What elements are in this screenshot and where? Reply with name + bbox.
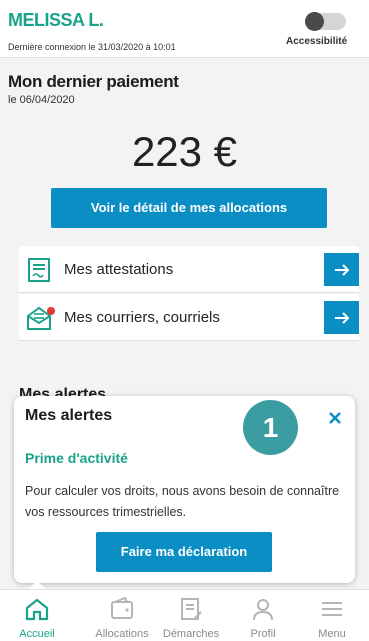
courriers-link[interactable]: Mes courriers, courriels [19, 294, 359, 341]
step-badge: 1 [243, 400, 298, 455]
tooltip-title: Mes alertes [25, 407, 113, 424]
alerts-tooltip-card: Mes alertes 1 Prime d'activité Pour calc… [14, 396, 355, 583]
close-icon[interactable] [327, 410, 343, 426]
nav-label-accueil: Accueil [19, 628, 55, 640]
attestations-label: Mes attestations [64, 261, 174, 278]
nav-demarches[interactable]: Démarches [154, 590, 228, 641]
user-icon [253, 599, 273, 621]
nav-profil[interactable]: Profil [226, 590, 300, 641]
courriers-label: Mes courriers, courriels [64, 309, 220, 326]
arrow-right-icon[interactable] [324, 301, 359, 334]
declaration-button[interactable]: Faire ma déclaration [96, 532, 272, 572]
nav-label-menu: Menu [318, 628, 346, 640]
accessibility-toggle[interactable] [305, 12, 346, 31]
user-name: MELISSA L. [8, 10, 104, 30]
document-icon [25, 256, 53, 284]
last-login-text: Dernière connexion le 31/03/2020 à 10:01 [8, 42, 176, 52]
nav-menu[interactable]: Menu [295, 590, 369, 641]
nav-label-profil: Profil [250, 628, 276, 640]
envelope-icon [25, 304, 55, 332]
payment-title: Mon dernier paiement [8, 72, 179, 91]
payment-date: le 06/04/2020 [8, 94, 75, 106]
toggle-knob [305, 12, 324, 31]
alert-subtitle: Prime d'activité [25, 450, 128, 466]
nav-label-allocations: Allocations [95, 628, 149, 640]
app-header: MELISSA L. Dernière connexion le 31/03/2… [0, 0, 369, 58]
menu-icon [322, 602, 342, 616]
home-icon [25, 598, 49, 621]
wallet-icon [111, 596, 133, 619]
attestations-link[interactable]: Mes attestations [19, 246, 359, 293]
nav-accueil[interactable]: Accueil [0, 590, 74, 641]
nav-allocations[interactable]: Allocations [85, 590, 159, 641]
arrow-right-icon[interactable] [324, 253, 359, 286]
bottom-navigation: Accueil Allocations Démarches Profil Men… [0, 589, 369, 641]
allocation-detail-button[interactable]: Voir le détail de mes allocations [51, 188, 327, 228]
form-icon [181, 598, 202, 620]
payment-amount: 223 € [131, 128, 238, 175]
alert-description: Pour calculer vos droits, nous avons bes… [25, 484, 340, 519]
nav-label-demarches: Démarches [162, 628, 220, 640]
accessibility-label: Accessibilité [286, 36, 348, 47]
